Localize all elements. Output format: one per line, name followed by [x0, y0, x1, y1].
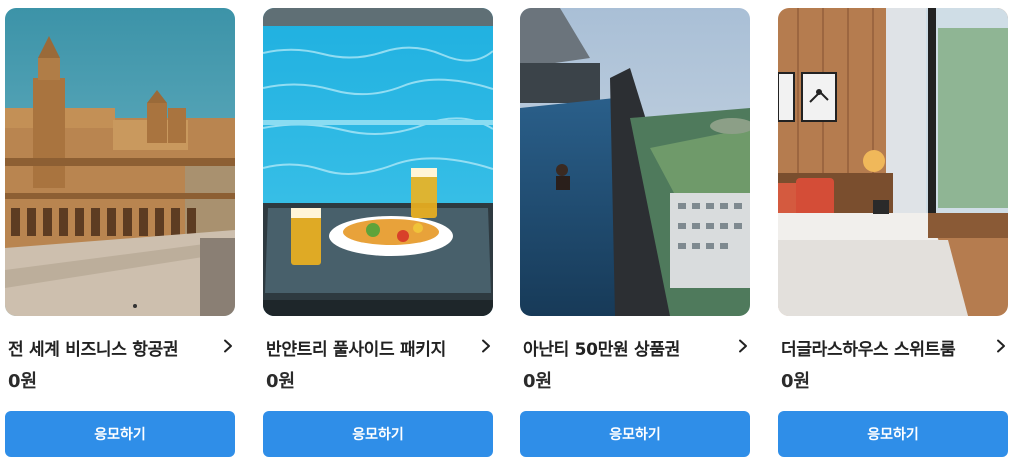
product-image[interactable] [263, 8, 493, 316]
product-image[interactable] [5, 8, 235, 316]
infinity-pool-photo [520, 8, 750, 316]
suite-bedroom-photo [778, 8, 1008, 316]
product-price: 0원 [266, 371, 296, 392]
product-price: 0원 [8, 371, 38, 392]
apply-button[interactable]: 응모하기 [263, 411, 493, 457]
chevron-right-icon [739, 339, 747, 353]
chevron-right-icon [224, 339, 232, 353]
product-card: 반얀트리 풀사이드 패키지 0원 응모하기 [263, 8, 493, 460]
seville-plaza-photo [5, 8, 235, 316]
product-card: 전 세계 비즈니스 항공권 0원 응모하기 [5, 8, 235, 460]
product-info[interactable]: 아난티 50만원 상품권 0원 [520, 333, 750, 397]
product-grid: 전 세계 비즈니스 항공권 0원 응모하기 반얀트리 풀사이드 패키지 0원 응… [0, 0, 1015, 469]
product-price: 0원 [523, 371, 553, 392]
product-info[interactable]: 반얀트리 풀사이드 패키지 0원 [263, 333, 493, 397]
product-image[interactable] [520, 8, 750, 316]
product-image[interactable] [778, 8, 1008, 316]
product-title: 아난티 50만원 상품권 [523, 340, 681, 360]
product-title: 반얀트리 풀사이드 패키지 [266, 340, 446, 360]
chevron-right-icon [482, 339, 490, 353]
product-title: 더글라스하우스 스위트룸 [781, 340, 956, 360]
apply-button[interactable]: 응모하기 [520, 411, 750, 457]
product-info[interactable]: 전 세계 비즈니스 항공권 0원 [5, 333, 235, 397]
product-info[interactable]: 더글라스하우스 스위트룸 0원 [778, 333, 1008, 397]
product-title: 전 세계 비즈니스 항공권 [8, 340, 179, 360]
apply-button[interactable]: 응모하기 [5, 411, 235, 457]
apply-button[interactable]: 응모하기 [778, 411, 1008, 457]
product-card: 더글라스하우스 스위트룸 0원 응모하기 [778, 8, 1008, 460]
chevron-right-icon [997, 339, 1005, 353]
poolside-meal-photo [263, 8, 493, 316]
product-card: 아난티 50만원 상품권 0원 응모하기 [520, 8, 750, 460]
product-price: 0원 [781, 371, 811, 392]
